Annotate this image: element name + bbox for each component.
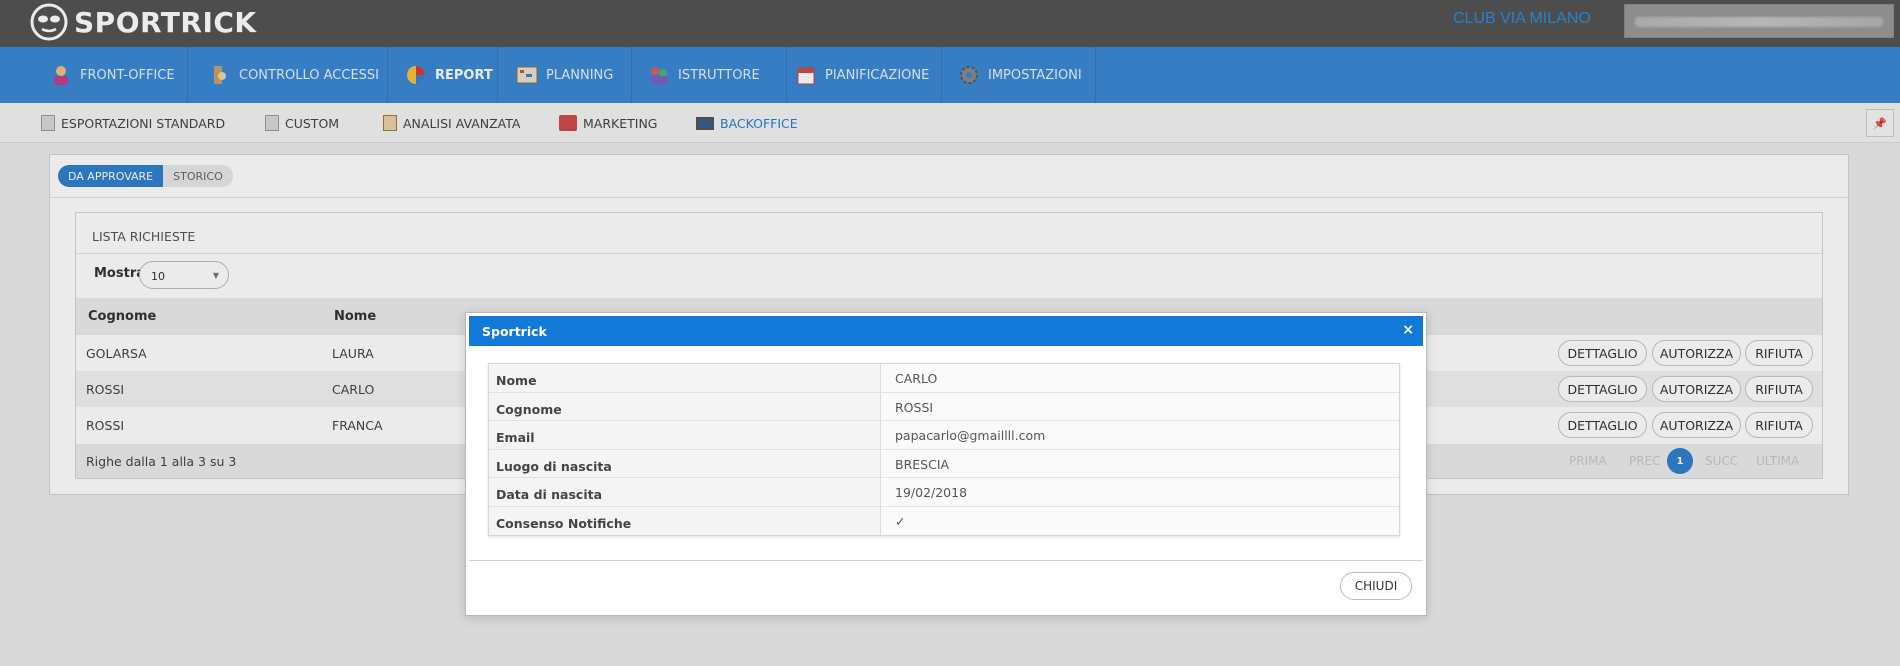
close-button[interactable]: CHIUDI — [1340, 572, 1412, 600]
modal-header: Sportrick × — [469, 316, 1423, 346]
checkmark-icon: ✓ — [881, 506, 1399, 535]
detail-table: Nome CARLO Cognome ROSSI Email papacarlo… — [488, 363, 1400, 536]
close-icon[interactable]: × — [1402, 322, 1414, 338]
modal-title: Sportrick — [482, 324, 547, 339]
detail-row-email: Email papacarlo@gmaillll.com — [489, 421, 1399, 450]
field-label: Luogo di nascita — [489, 449, 881, 477]
detail-modal: Sportrick × Nome CARLO Cognome ROSSI Ema… — [465, 312, 1427, 616]
field-label: Consenso Notifiche — [489, 506, 881, 535]
field-value: CARLO — [881, 364, 1399, 392]
detail-row-data-nascita: Data di nascita 19/02/2018 — [489, 478, 1399, 507]
field-value: papacarlo@gmaillll.com — [881, 421, 1399, 449]
field-label: Nome — [489, 364, 881, 392]
field-value: 19/02/2018 — [881, 478, 1399, 506]
detail-row-luogo-nascita: Luogo di nascita BRESCIA — [489, 449, 1399, 478]
field-label: Cognome — [489, 392, 881, 420]
field-label: Email — [489, 421, 881, 449]
detail-row-consenso-notifiche: Consenso Notifiche ✓ — [489, 506, 1399, 535]
detail-row-nome: Nome CARLO — [489, 364, 1399, 393]
divider — [469, 560, 1423, 561]
detail-row-cognome: Cognome ROSSI — [489, 392, 1399, 421]
field-label: Data di nascita — [489, 478, 881, 506]
field-value: BRESCIA — [881, 449, 1399, 477]
field-value: ROSSI — [881, 392, 1399, 420]
